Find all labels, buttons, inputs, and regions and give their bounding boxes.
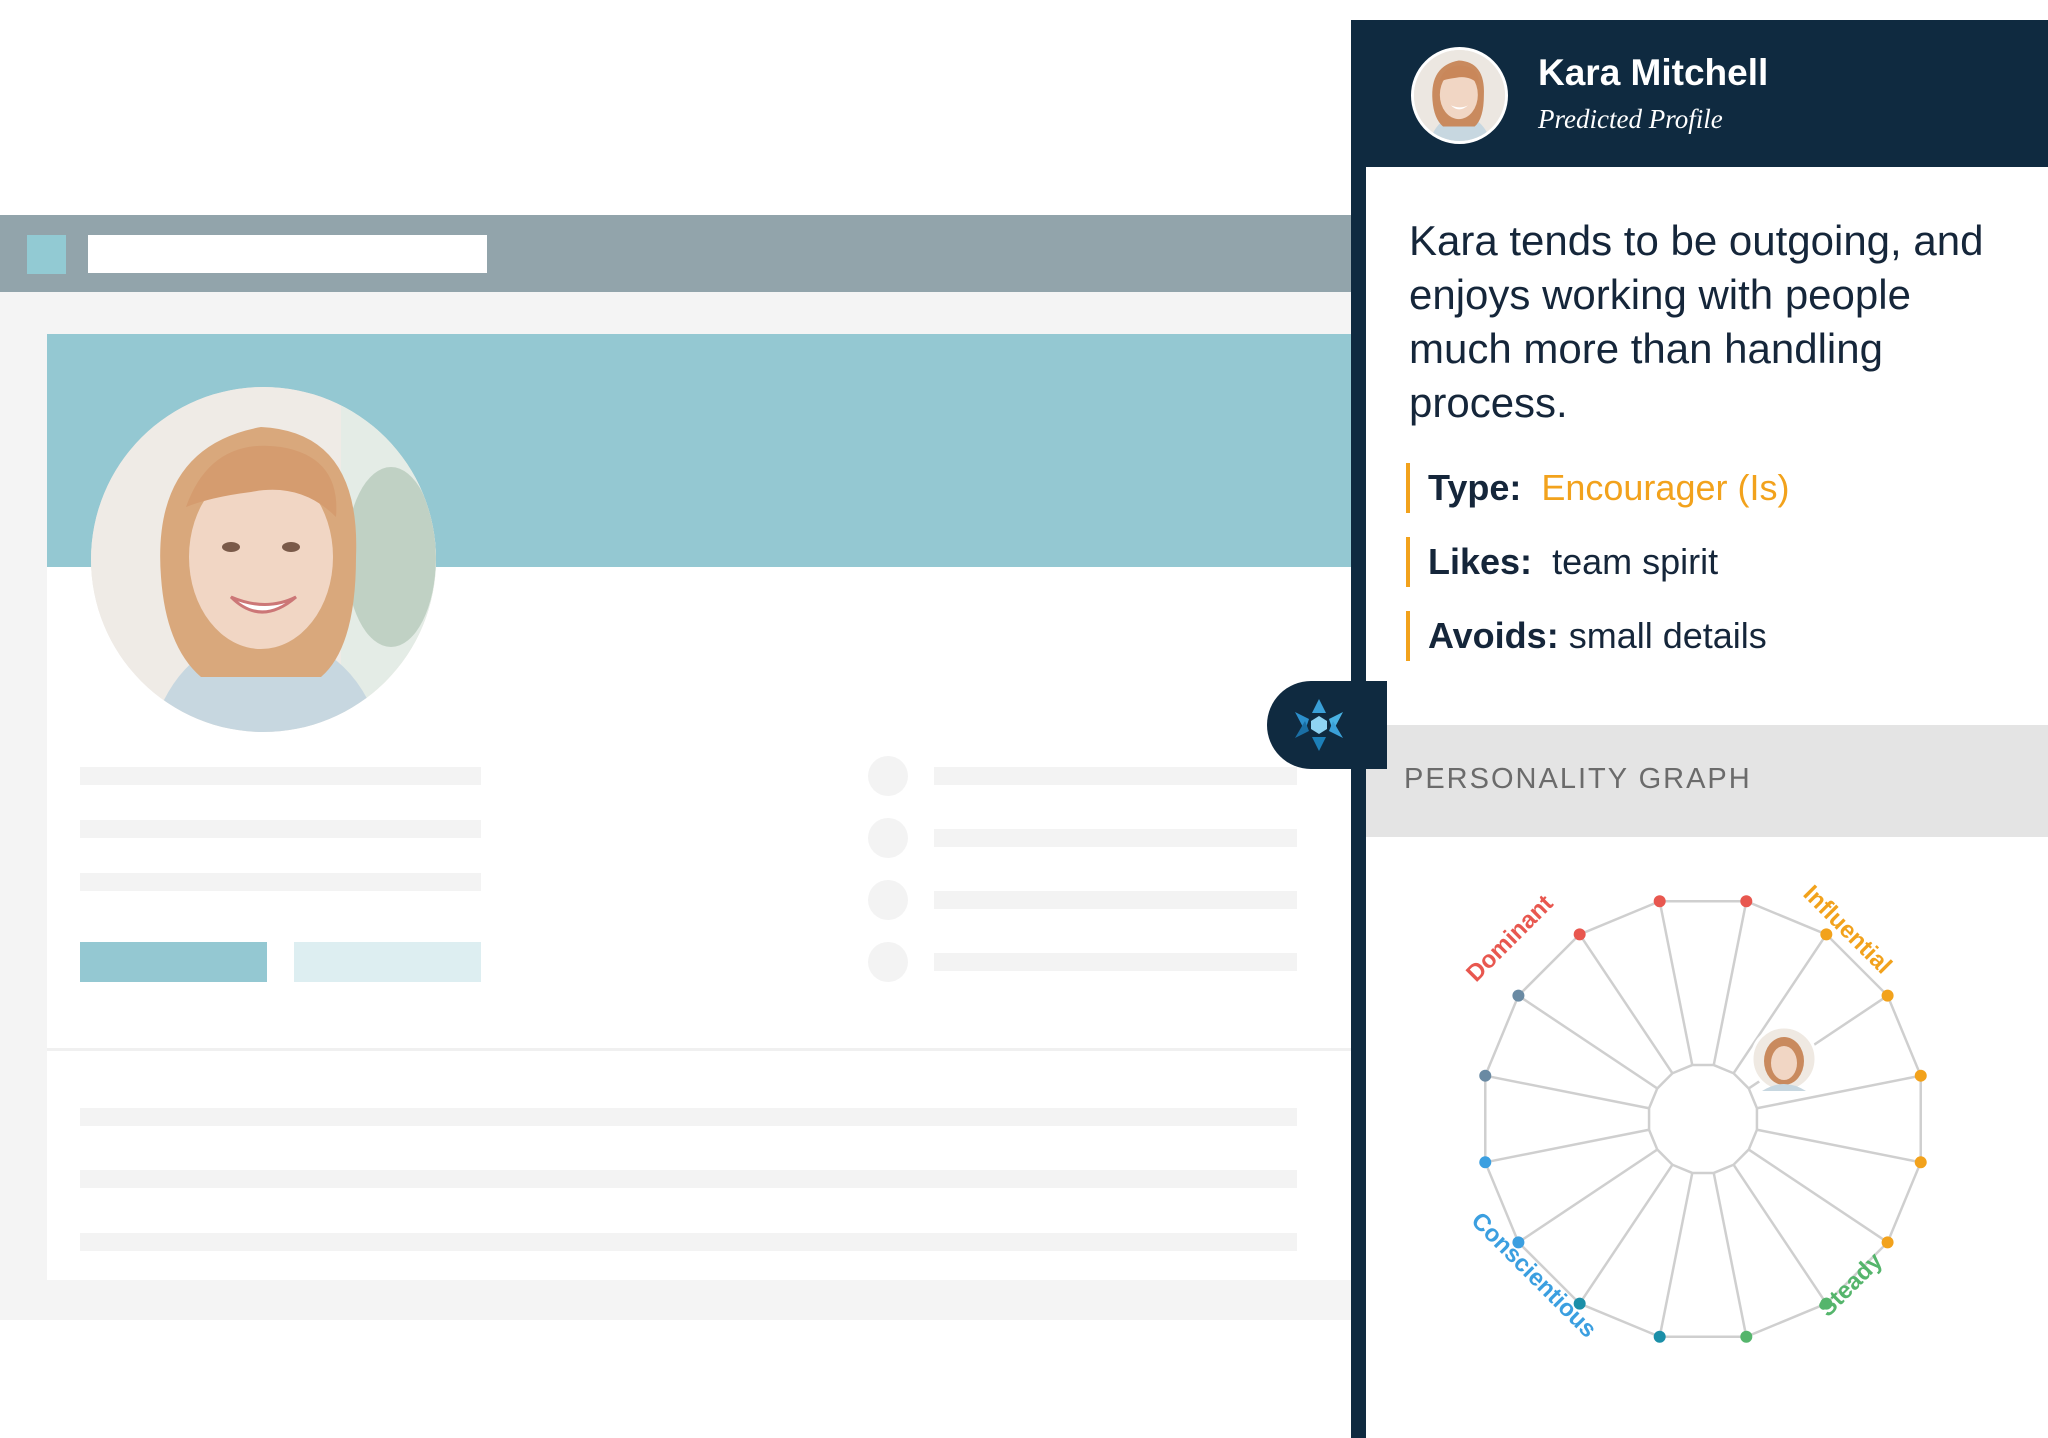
trait-avoids-label: Avoids: [1428,615,1559,656]
graph-heading: PERSONALITY GRAPH [1404,763,1752,795]
browser-address-bar[interactable] [88,235,487,273]
graph-vertex-marker [1653,1330,1666,1343]
trait-avoids: Avoids: small details [1406,611,1767,661]
profile-secondary-button[interactable] [294,942,481,982]
graph-vertex-marker [1512,989,1525,1002]
panel-avatar [1411,47,1508,144]
quadrant-label-steady: Steady [1813,1247,1888,1322]
browser-favicon [27,235,66,274]
graph-spoke [1712,1172,1748,1337]
trait-type-label: Type: [1428,467,1522,508]
graph-vertex-marker [1653,895,1666,908]
crystal-logo-icon [1295,699,1343,751]
graph-spoke [1485,1074,1650,1110]
graph-inner-ring [1647,1063,1759,1175]
person-name: Kara Mitchell [1538,52,1769,93]
quadrant-label-conscientious: Conscientious [1466,1207,1602,1343]
graph-spoke [1517,1148,1658,1244]
placeholder-line [934,767,1297,785]
placeholder-dot [868,880,908,920]
trait-type: Type: Encourager (Is) [1406,463,1789,513]
graph-vertex-marker [1914,1156,1927,1169]
placeholder-line [80,1233,1297,1251]
graph-vertex-marker [1479,1069,1492,1082]
graph-spoke [1485,1128,1650,1164]
trait-type-value: Encourager (Is) [1541,467,1790,508]
graph-vertex-marker [1479,1156,1492,1169]
placeholder-dot [868,756,908,796]
connector-badge[interactable] [1267,681,1387,769]
graph-spoke [1517,994,1658,1090]
graph-vertex-marker [1740,895,1753,908]
graph-vertex-marker [1881,989,1894,1002]
placeholder-line [934,953,1297,971]
trait-likes-label: Likes: [1428,541,1533,582]
trait-likes: Likes: team spirit [1406,537,1718,587]
placeholder-line [80,1108,1297,1126]
graph-spoke [1658,901,1694,1066]
placeholder-dot [868,942,908,982]
graph-user-avatar[interactable] [1750,1025,1818,1093]
placeholder-line [80,767,481,785]
trait-likes-value: team spirit [1552,541,1719,582]
placeholder-line [80,873,481,891]
graph-spoke [1658,1172,1694,1337]
section-divider [47,1048,1360,1051]
quadrant-label-dominant: Dominant [1461,890,1558,987]
personality-summary: Kara tends to be outgoing, and enjoys wo… [1409,217,1984,426]
graph-spoke [1578,933,1674,1074]
graph-spoke [1732,1164,1828,1305]
placeholder-line [934,829,1297,847]
placeholder-line [80,1170,1297,1188]
profile-photo [91,387,436,732]
graph-vertex-marker [1914,1069,1927,1082]
placeholder-line [80,820,481,838]
graph-spoke [1578,1164,1674,1305]
profile-subtitle: Predicted Profile [1538,104,1723,134]
graph-vertex-marker [1740,1330,1753,1343]
trait-avoids-value: small details [1568,615,1767,656]
graph-vertex-marker [1573,928,1586,941]
profile-primary-button[interactable] [80,942,267,982]
placeholder-dot [868,818,908,858]
graph-vertex-marker [1881,1236,1894,1249]
graph-spoke [1712,901,1748,1066]
personality-graph: Dominant Influential Steady Conscientiou… [1461,880,1927,1343]
graph-spoke [1748,1148,1889,1244]
graph-spoke [1756,1128,1921,1164]
placeholder-line [934,891,1297,909]
